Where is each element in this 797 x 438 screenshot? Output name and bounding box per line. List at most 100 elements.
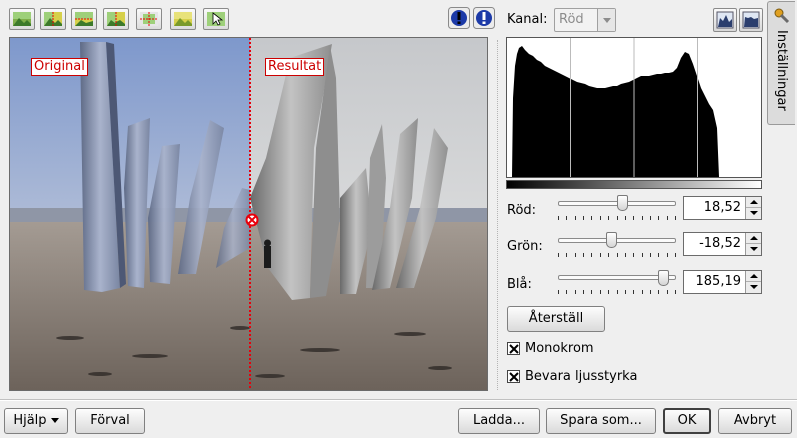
footer-separator [0,399,797,401]
slider-tick [591,253,592,257]
red-slider-ticks [558,216,676,221]
slider-tick [658,216,659,220]
green-label: Grön: [507,239,543,254]
blue-increment-button[interactable] [746,271,761,282]
green-value: -18,52 [699,236,741,251]
slider-tick [566,253,567,257]
slider-tick [558,216,559,220]
slider-tick [675,253,676,257]
green-increment-button[interactable] [746,233,761,244]
preserve-luminosity-checkbox[interactable] [507,370,520,383]
red-label: Röd: [507,203,537,218]
slider-tick [583,253,584,257]
channel-select[interactable]: Röd [554,8,616,32]
slider-tick [600,216,601,220]
panel-divider[interactable] [497,40,498,390]
slider-tick [650,290,651,294]
pointer-icon[interactable] [203,8,229,30]
intensity-gradient-bar [506,180,762,189]
slider-tick [558,253,559,257]
preserve-luminosity-label[interactable]: Bevara ljusstyrka [525,369,637,384]
slider-tick [558,290,559,294]
underexposure-indicator-icon[interactable] [448,7,470,29]
slider-tick [575,216,576,220]
red-decrement-button[interactable] [746,208,761,219]
slider-tick [633,216,634,220]
reset-button[interactable]: Återställ [507,306,605,332]
save-as-button[interactable]: Spara som... [546,408,656,434]
slider-tick [600,290,601,294]
slider-tick [566,216,567,220]
split-horizontal-both-icon[interactable] [136,8,162,30]
slider-tick [617,290,618,294]
green-slider-thumb[interactable] [606,232,618,248]
presets-button[interactable]: Förval [75,408,145,434]
help-button[interactable]: Hjälp [4,408,68,434]
green-spinbox[interactable]: -18,52 [683,232,762,256]
load-button[interactable]: Ladda... [458,408,540,434]
slider-tick [625,253,626,257]
result-preview-icon[interactable] [170,8,196,30]
slider-tick [633,253,634,257]
slider-tick [642,290,643,294]
preview-photo [10,38,487,390]
blue-spinbox[interactable]: 185,19 [683,270,762,294]
slider-tick [591,216,592,220]
slider-tick [575,290,576,294]
settings-tab-label: Inställningar [774,30,789,111]
channel-selected-value: Röd [559,12,584,27]
slider-tick [667,216,668,220]
settings-side-tab[interactable]: Inställningar [767,1,795,125]
help-button-label: Hjälp [13,413,47,428]
original-label: Original [31,58,88,76]
blue-value: 185,19 [695,274,742,289]
monochrome-label[interactable]: Monokrom [525,341,594,356]
blue-slider-thumb[interactable] [657,270,669,286]
slider-tick [658,290,659,294]
linear-histogram-icon[interactable] [713,8,737,32]
blue-decrement-button[interactable] [746,282,761,293]
histogram [506,37,762,178]
chevron-down-icon [50,418,59,423]
monochrome-checkbox[interactable] [507,342,520,355]
red-spinbox[interactable]: 18,52 [683,196,762,220]
slider-tick [617,253,618,257]
slider-tick [583,216,584,220]
red-value: 18,52 [703,200,741,215]
blue-slider-ticks [558,290,676,295]
slider-tick [608,253,609,257]
red-increment-button[interactable] [746,197,761,208]
log-histogram-icon[interactable] [739,8,763,32]
slider-tick [642,253,643,257]
slider-tick [675,216,676,220]
overexposure-indicator-icon[interactable] [473,7,495,29]
slider-tick [617,216,618,220]
red-slider-thumb[interactable] [616,195,628,211]
slider-tick [566,290,567,294]
slider-tick [633,290,634,294]
slider-tick [642,216,643,220]
split-vertical-original-icon[interactable] [40,8,66,30]
checkmark-icon [509,372,519,382]
slider-tick [658,253,659,257]
blue-label: Blå: [507,277,532,292]
split-horizontal-icon[interactable] [71,8,97,30]
slider-tick [667,253,668,257]
green-slider-ticks [558,253,676,258]
image-preview[interactable]: Original Resultat [9,37,488,391]
slider-tick [650,216,651,220]
slider-tick [591,290,592,294]
result-label: Resultat [265,58,325,76]
slider-tick [625,216,626,220]
green-decrement-button[interactable] [746,244,761,255]
original-preview-icon[interactable] [9,8,35,30]
slider-tick [583,290,584,294]
slider-tick [675,290,676,294]
cancel-button[interactable]: Avbryt [718,408,792,434]
ok-button[interactable]: OK [663,408,711,434]
slider-tick [667,290,668,294]
slider-tick [650,253,651,257]
channel-label: Kanal: [507,12,548,27]
split-vertical-icon[interactable] [103,8,129,30]
slider-tick [608,290,609,294]
